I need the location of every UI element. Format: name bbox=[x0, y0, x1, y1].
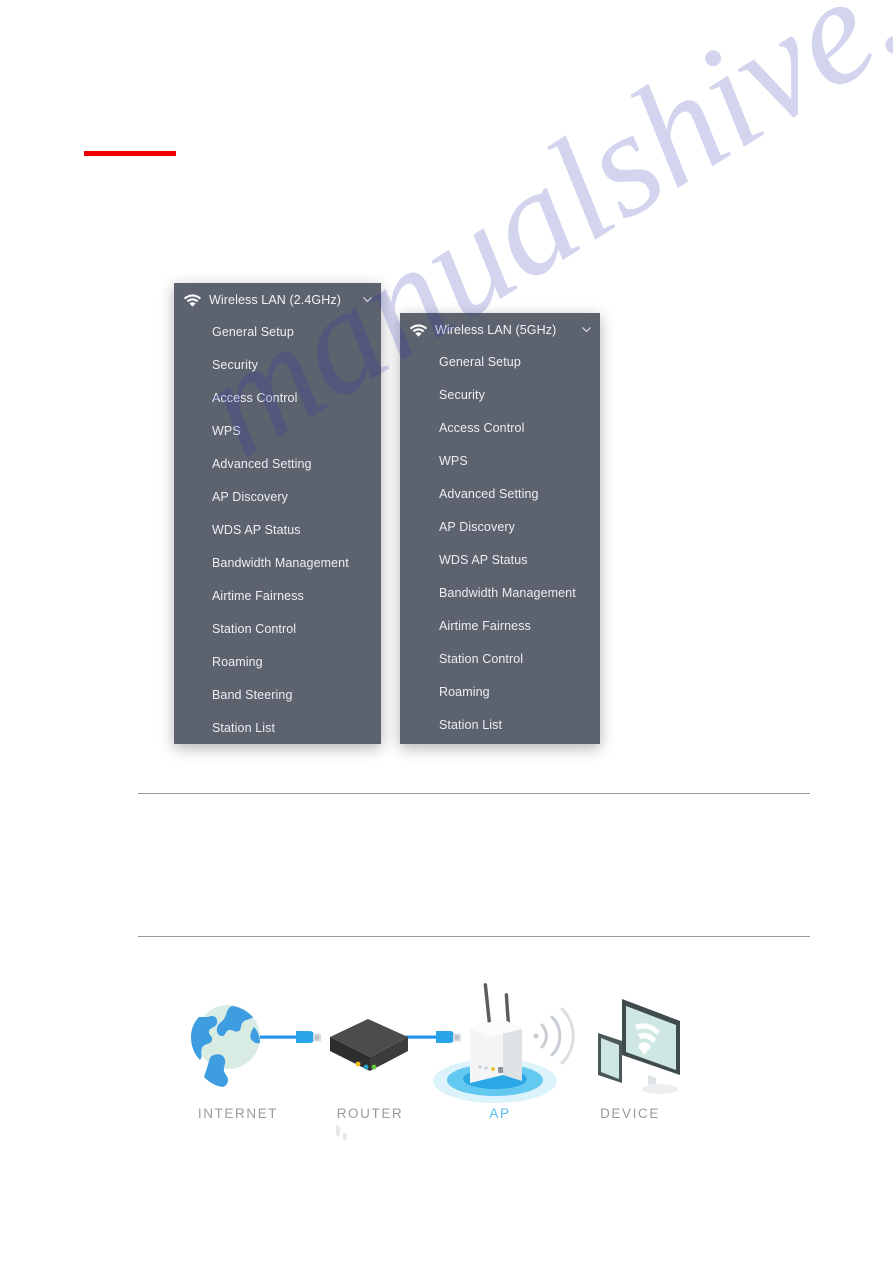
wifi-icon bbox=[409, 324, 428, 337]
menu-item-airtime-fairness[interactable]: Airtime Fairness bbox=[400, 610, 600, 643]
menu-panel-wireless-lan-24ghz: Wireless LAN (2.4GHz) General Setup Secu… bbox=[174, 283, 381, 744]
menu-item-security[interactable]: Security bbox=[400, 379, 600, 412]
topology-label-ap: AP bbox=[489, 1106, 511, 1121]
menu-title-24ghz: Wireless LAN (2.4GHz) bbox=[209, 292, 341, 307]
menu-item-station-list[interactable]: Station List bbox=[400, 709, 600, 742]
menu-item-general-setup[interactable]: General Setup bbox=[174, 316, 381, 349]
chevron-down-icon[interactable] bbox=[362, 294, 373, 305]
globe-icon bbox=[191, 1005, 260, 1087]
menu-item-station-control[interactable]: Station Control bbox=[174, 613, 381, 646]
menu-item-wps[interactable]: WPS bbox=[174, 415, 381, 448]
menu-item-wds-ap-status[interactable]: WDS AP Status bbox=[174, 514, 381, 547]
content-divider-bottom bbox=[138, 936, 810, 937]
menu-item-wps[interactable]: WPS bbox=[400, 445, 600, 478]
section-rule bbox=[84, 151, 176, 156]
menu-item-ap-discovery[interactable]: AP Discovery bbox=[400, 511, 600, 544]
topology-labels: INTERNET ROUTER AP DEVICE bbox=[170, 1106, 710, 1128]
menu-header-24ghz[interactable]: Wireless LAN (2.4GHz) bbox=[174, 283, 381, 316]
menu-panel-wireless-lan-5ghz: Wireless LAN (5GHz) General Setup Securi… bbox=[400, 313, 600, 744]
menu-item-general-setup[interactable]: General Setup bbox=[400, 346, 600, 379]
menu-header-5ghz[interactable]: Wireless LAN (5GHz) bbox=[400, 313, 600, 346]
menu-item-ap-discovery[interactable]: AP Discovery bbox=[174, 481, 381, 514]
content-divider-top bbox=[138, 793, 810, 794]
topology-label-internet: INTERNET bbox=[197, 1106, 279, 1121]
menu-item-bandwidth-management[interactable]: Bandwidth Management bbox=[400, 577, 600, 610]
menu-title-5ghz: Wireless LAN (5GHz) bbox=[435, 322, 557, 337]
access-point-icon bbox=[433, 983, 575, 1103]
wifi-icon bbox=[183, 294, 202, 307]
menu-list-5ghz: General Setup Security Access Control WP… bbox=[400, 346, 600, 742]
topology-label-device: DEVICE bbox=[600, 1106, 660, 1121]
cable-internet-to-router bbox=[258, 1031, 321, 1043]
menu-item-station-list[interactable]: Station List bbox=[174, 712, 381, 745]
menu-item-airtime-fairness[interactable]: Airtime Fairness bbox=[174, 580, 381, 613]
menu-item-band-steering[interactable]: Band Steering bbox=[174, 679, 381, 712]
menu-item-bandwidth-management[interactable]: Bandwidth Management bbox=[174, 547, 381, 580]
menu-list-24ghz: General Setup Security Access Control WP… bbox=[174, 316, 381, 745]
menu-item-station-control[interactable]: Station Control bbox=[400, 643, 600, 676]
topology-label-router: ROUTER bbox=[336, 1106, 404, 1121]
menu-item-advanced-setting[interactable]: Advanced Setting bbox=[174, 448, 381, 481]
menu-item-roaming[interactable]: Roaming bbox=[400, 676, 600, 709]
menu-item-roaming[interactable]: Roaming bbox=[174, 646, 381, 679]
menu-item-wds-ap-status[interactable]: WDS AP Status bbox=[400, 544, 600, 577]
chevron-down-icon[interactable] bbox=[581, 324, 592, 335]
menu-item-advanced-setting[interactable]: Advanced Setting bbox=[400, 478, 600, 511]
menu-item-access-control[interactable]: Access Control bbox=[400, 412, 600, 445]
menu-item-access-control[interactable]: Access Control bbox=[174, 382, 381, 415]
menu-item-security[interactable]: Security bbox=[174, 349, 381, 382]
